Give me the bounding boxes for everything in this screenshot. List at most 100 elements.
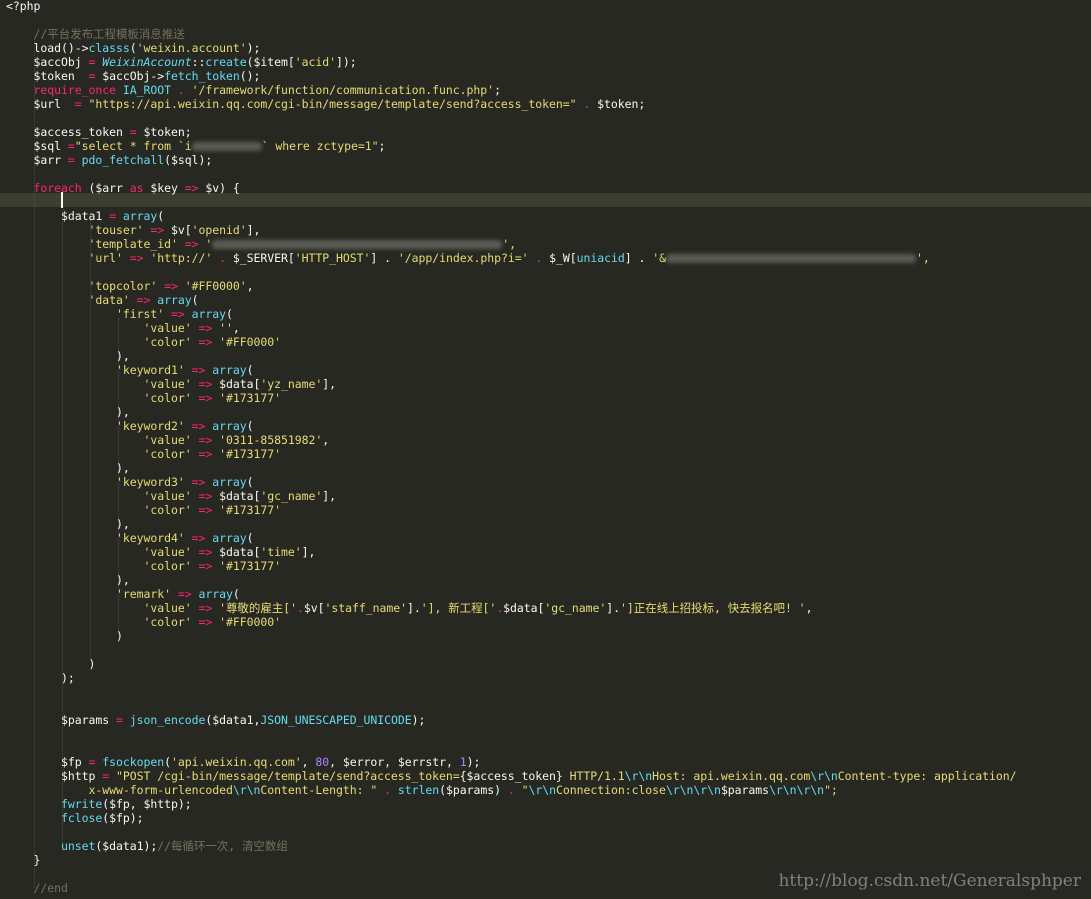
code-line[interactable]: 'url' => 'http://' . $_SERVER['HTTP_HOST… [6,251,929,265]
code-line[interactable]: <?php [6,0,40,13]
code-token: => [157,279,185,293]
code-token: $v[ [303,601,325,615]
code-token: '#FF0000' [219,335,281,349]
code-line[interactable]: $accObj = WeixinAccount::create($item['a… [6,55,356,69]
code-line[interactable]: 'color' => '#173177' [6,391,281,405]
code-token: => [184,531,213,545]
code-line[interactable]: ), [6,461,130,475]
code-line[interactable]: 'value' => '', [6,321,239,335]
code-token: ($item[ [246,55,295,69]
code-line[interactable]: $http = "POST /cgi-bin/message/template/… [6,769,1017,783]
code-token: array [198,587,233,601]
code-line[interactable]: 'keyword2' => array( [6,419,254,433]
code-token: 'touser' [6,223,144,237]
code-token: 'keyword2' [6,419,185,433]
code-line[interactable]: fclose($fp); [6,811,144,825]
code-line[interactable]: foreach ($arr as $key => $v) { [6,181,239,195]
code-token: ; [494,83,501,97]
code-line[interactable]: $url = "https://api.weixin.qq.com/cgi-bi… [6,97,645,111]
code-line[interactable]: x-www-form-urlencoded\r\nContent-Length:… [6,783,837,797]
code-line[interactable]: $params = json_encode($data1,JSON_UNESCA… [6,713,425,727]
code-line[interactable]: ); [6,671,75,685]
code-token: => [122,251,151,265]
code-token: = [88,69,103,83]
code-token: $v[ [170,223,192,237]
code-token: 'value' [6,321,192,335]
code-token: Connection:close [555,783,666,797]
code-line[interactable]: //平台发布工程模板消息推送 [6,27,184,41]
code-line[interactable]: 'touser' => $v['openid'], [6,223,260,237]
code-line[interactable]: $fp = fsockopen('api.weixin.qq.com', 80,… [6,755,480,769]
code-line[interactable]: $token = $accObj->fetch_token(); [6,69,260,83]
code-line[interactable]: ), [6,405,130,419]
code-token: ); [246,41,261,55]
code-token: 'value' [6,377,192,391]
code-line[interactable]: $arr = pdo_fetchall($sql); [6,153,212,167]
code-line[interactable]: 'remark' => array( [6,587,240,601]
code-token: 'data' [6,293,130,307]
code-token: => [184,363,213,377]
code-token: fclose [6,811,103,825]
code-line[interactable]: 'topcolor' => '#FF0000', [6,279,253,293]
code-line[interactable]: 'color' => '#FF0000' [6,335,281,349]
code-line[interactable]: load()->classs('weixin.account'); [6,41,260,55]
code-token: ( [246,419,254,433]
code-token: Host: api.weixin.qq.com [652,769,811,783]
redacted-text [665,254,916,263]
code-line[interactable]: ), [6,573,130,587]
code-token: = [67,139,75,153]
code-token: $token; [143,125,192,139]
code-token: ']正在线上招投标, 快去报名吧! ' [620,601,806,615]
code-line[interactable]: } [6,853,40,867]
code-token: 'color' [6,447,192,461]
code-token: ( [157,209,165,223]
code-token: $params [720,783,770,797]
code-token: array [122,209,158,223]
code-line[interactable]: $access_token = $token; [6,125,192,139]
code-line[interactable]: 'data' => array( [6,293,198,307]
code-line[interactable]: require_once IA_ROOT . '/framework/funct… [6,83,501,97]
code-token: ( [246,475,254,489]
code-line[interactable]: 'value' => $data['time'], [6,545,315,559]
code-token: "select * from `i [74,139,192,153]
code-line[interactable]: 'color' => '#173177' [6,559,281,573]
code-line[interactable]: 'keyword4' => array( [6,531,254,545]
code-line[interactable]: ) [6,629,123,643]
code-token: ( [129,41,137,55]
code-editor[interactable]: <?php //平台发布工程模板消息推送 load()->classs('wei… [0,0,1091,899]
code-token: unset [6,839,96,853]
code-line[interactable]: fwrite($fp, $http); [6,797,192,811]
code-token: ); [411,713,426,727]
code-line[interactable]: 'color' => '#173177' [6,503,281,517]
code-line[interactable]: 'keyword3' => array( [6,475,254,489]
code-token: => [191,559,220,573]
code-line[interactable]: ), [6,349,130,363]
code-token: '0311-85851982' [219,433,323,447]
code-token: 'time' [260,545,302,559]
code-line[interactable]: 'color' => '#173177' [6,447,281,461]
code-token: ), [6,461,130,475]
code-line[interactable]: 'value' => $data['yz_name'], [6,377,336,391]
code-token: $data[ [219,377,261,391]
code-token: load()-> [6,41,89,55]
code-token: 'keyword4' [6,531,185,545]
code-line[interactable]: ), [6,517,130,531]
code-token: //end [6,881,68,895]
code-token: '尊敬的雇主[' [219,601,297,615]
code-line[interactable]: unset($data1);//每循环一次, 清空数组 [6,839,288,853]
code-line[interactable]: 'color' => '#FF0000' [6,615,281,629]
code-line[interactable]: 'value' => '尊敬的雇主['.$v['staff_name'].'],… [6,601,812,615]
code-token: $arr [6,153,68,167]
code-token: => [191,321,220,335]
code-line[interactable]: 'first' => array( [6,307,233,321]
code-line[interactable]: 'value' => '0311-85851982', [6,433,329,447]
code-token: as [129,181,151,195]
code-token: , [322,433,330,447]
code-line[interactable]: 'keyword1' => array( [6,363,254,377]
code-line[interactable]: 'template_id' => ' ', [6,237,516,251]
code-line[interactable]: ) [6,657,95,671]
code-line[interactable]: $sql ="select * from `i ` where zctype=1"… [6,139,385,153]
code-line[interactable]: 'value' => $data['gc_name'], [6,489,336,503]
code-line[interactable]: $data1 = array( [6,209,164,223]
code-line[interactable]: //end [6,881,68,895]
